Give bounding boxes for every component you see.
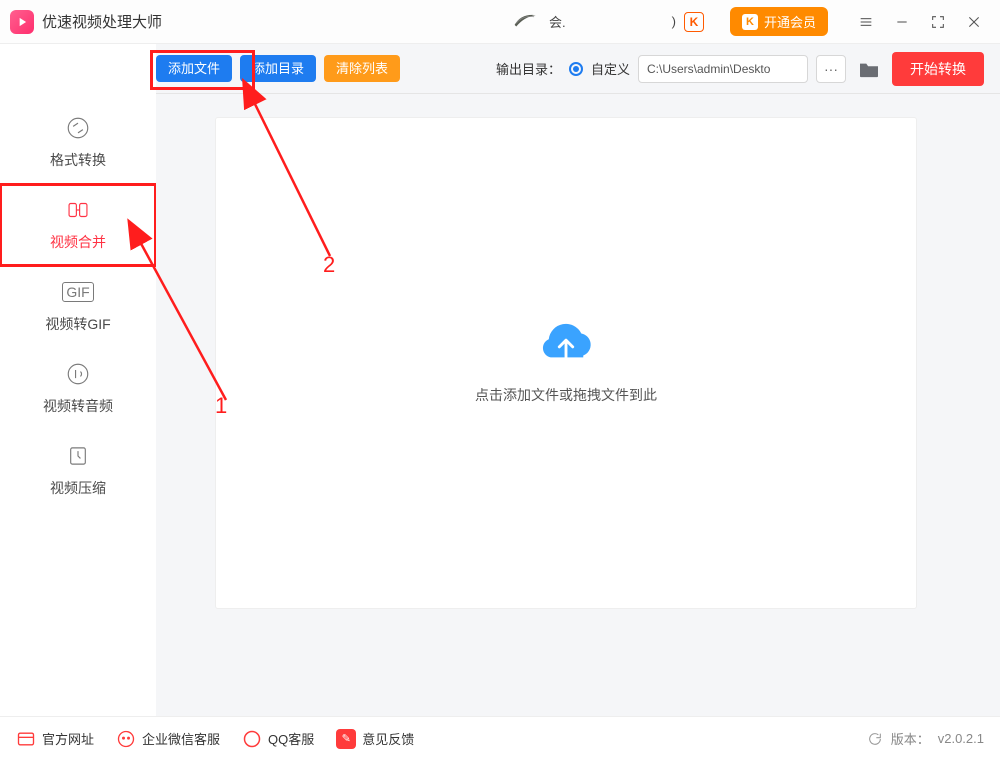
output-custom-label: 自定义: [591, 59, 630, 78]
qq-icon: [242, 729, 262, 749]
drop-hint-text: 点击添加文件或拖拽文件到此: [475, 385, 657, 405]
footer-link-label: 官方网址: [42, 729, 94, 748]
clear-list-button[interactable]: 清除列表: [324, 55, 400, 83]
sidebar-item-label: 视频转GIF: [45, 314, 110, 334]
close-button[interactable]: [960, 8, 988, 36]
vip-button-label: 开通会员: [764, 12, 816, 31]
paren-text: ): [672, 14, 676, 29]
footer-official-site[interactable]: 官方网址: [16, 729, 94, 749]
wechat-icon: [116, 729, 136, 749]
footer-link-label: 意见反馈: [362, 729, 414, 748]
globe-icon: [16, 729, 36, 749]
start-convert-button[interactable]: 开始转换: [892, 52, 984, 86]
sidebar-item-video-to-gif[interactable]: GIF 视频转GIF: [0, 266, 156, 348]
titlebar-center: 会.: [513, 10, 566, 33]
version-label: 版本：: [891, 729, 930, 748]
version-info: 版本： v2.0.2.1: [867, 729, 984, 748]
menu-icon[interactable]: [852, 8, 880, 36]
app-logo: [10, 10, 34, 34]
add-file-button[interactable]: 添加文件: [156, 55, 232, 83]
compress-icon: [62, 440, 94, 472]
app-title: 优速视频处理大师: [42, 11, 162, 32]
sidebar-item-video-merge[interactable]: 视频合并: [0, 184, 156, 266]
output-custom-radio[interactable]: [569, 62, 583, 76]
sidebar-item-format-convert[interactable]: 格式转换: [0, 102, 156, 184]
sidebar-item-label: 视频合并: [50, 232, 106, 252]
brand-swoosh-icon: [513, 10, 539, 33]
sidebar-item-label: 格式转换: [50, 150, 106, 170]
drop-zone[interactable]: 点击添加文件或拖拽文件到此: [216, 118, 916, 608]
feedback-icon: ✎: [336, 729, 356, 749]
output-dir-label: 输出目录：: [496, 59, 561, 78]
titlebar: 优速视频处理大师 会. ) K K 开通会员: [0, 0, 1000, 44]
sidebar-item-label: 视频压缩: [50, 478, 106, 498]
footer-feedback[interactable]: ✎ 意见反馈: [336, 729, 414, 749]
sidebar-item-video-to-audio[interactable]: 视频转音频: [0, 348, 156, 430]
footer-qq-support[interactable]: QQ客服: [242, 729, 314, 749]
k-badge-icon: K: [684, 12, 704, 32]
version-value: v2.0.2.1: [938, 731, 984, 746]
play-icon: [15, 15, 29, 29]
cloud-upload-icon: [535, 321, 597, 367]
folder-icon: [858, 60, 880, 78]
browse-path-button[interactable]: ···: [816, 55, 846, 83]
convert-icon: [62, 112, 94, 144]
footer-wechat-support[interactable]: 企业微信客服: [116, 729, 220, 749]
fullscreen-button[interactable]: [924, 8, 952, 36]
footer-link-label: 企业微信客服: [142, 729, 220, 748]
add-folder-button[interactable]: 添加目录: [240, 55, 316, 83]
minimize-button[interactable]: [888, 8, 916, 36]
footer-link-label: QQ客服: [268, 729, 314, 748]
sidebar-item-video-compress[interactable]: 视频压缩: [0, 430, 156, 512]
open-folder-button[interactable]: [854, 55, 884, 83]
sidebar-item-label: 视频转音频: [43, 396, 113, 416]
audio-icon: [62, 358, 94, 390]
footer: 官方网址 企业微信客服 QQ客服 ✎ 意见反馈 版本： v2.0.2.1: [0, 716, 1000, 760]
refresh-icon[interactable]: [867, 731, 883, 747]
main-area: 点击添加文件或拖拽文件到此: [156, 94, 1000, 716]
sidebar: 格式转换 视频合并 GIF 视频转GIF 视频转音频 视频压缩: [0, 44, 156, 716]
gif-icon: GIF: [62, 276, 94, 308]
open-vip-button[interactable]: K 开通会员: [730, 7, 828, 36]
output-path-input[interactable]: [638, 55, 808, 83]
vip-k-icon: K: [742, 14, 758, 30]
merge-icon: [62, 194, 94, 226]
greeting-text: 会.: [549, 12, 566, 31]
